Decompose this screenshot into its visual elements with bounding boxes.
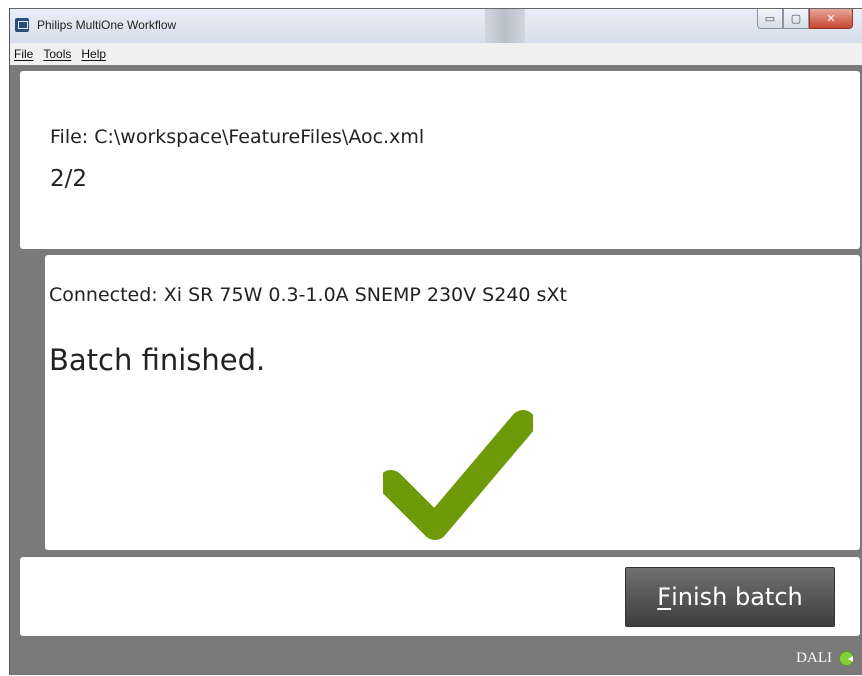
window-title: Philips MultiOne Workflow: [37, 18, 177, 32]
connected-device: Connected: Xi SR 75W 0.3-1.0A SNEMP 230V…: [49, 284, 567, 306]
title-bar[interactable]: Philips MultiOne Workflow ▭ ▢ ✕: [10, 9, 862, 43]
menu-help[interactable]: Help: [81, 47, 106, 61]
minimize-button[interactable]: ▭: [757, 9, 783, 29]
protocol-label: DALI: [796, 650, 832, 666]
finish-batch-mnemonic: F: [657, 583, 672, 611]
maximize-button[interactable]: ▢: [783, 9, 809, 29]
menu-help-mnemonic: H: [81, 47, 91, 61]
menu-file-label: ile: [21, 47, 34, 61]
app-window: Philips MultiOne Workflow ▭ ▢ ✕ File Too…: [9, 8, 862, 675]
menu-tools[interactable]: Tools: [43, 47, 71, 61]
feature-file-panel: File: C:\workspace\FeatureFiles\Aoc.xml …: [20, 71, 860, 249]
close-button[interactable]: ✕: [809, 9, 853, 29]
arrow-circle-icon: [839, 651, 854, 666]
finish-batch-label: inish batch: [671, 583, 803, 611]
status-panel: Connected: Xi SR 75W 0.3-1.0A SNEMP 230V…: [45, 255, 860, 550]
menu-file[interactable]: File: [14, 47, 33, 61]
feature-file-path: File: C:\workspace\FeatureFiles\Aoc.xml: [50, 126, 425, 148]
menu-bar: File Tools Help: [10, 43, 862, 65]
minimize-icon: ▭: [764, 12, 776, 25]
batch-counter: 2/2: [50, 166, 88, 192]
app-icon[interactable]: [15, 18, 29, 32]
status-bar: DALI: [10, 639, 862, 676]
menu-tools-label: ools: [49, 47, 72, 61]
window-controls: ▭ ▢ ✕: [757, 9, 853, 31]
checkmark-icon: [383, 410, 533, 540]
title-bar-highlight: [485, 9, 525, 43]
maximize-icon: ▢: [790, 12, 802, 25]
finish-batch-button[interactable]: Finish batch: [625, 567, 835, 627]
menu-help-label: elp: [90, 47, 107, 61]
close-icon: ✕: [826, 12, 836, 25]
batch-status-message: Batch finished.: [49, 343, 266, 377]
action-panel: Finish batch: [20, 557, 860, 636]
